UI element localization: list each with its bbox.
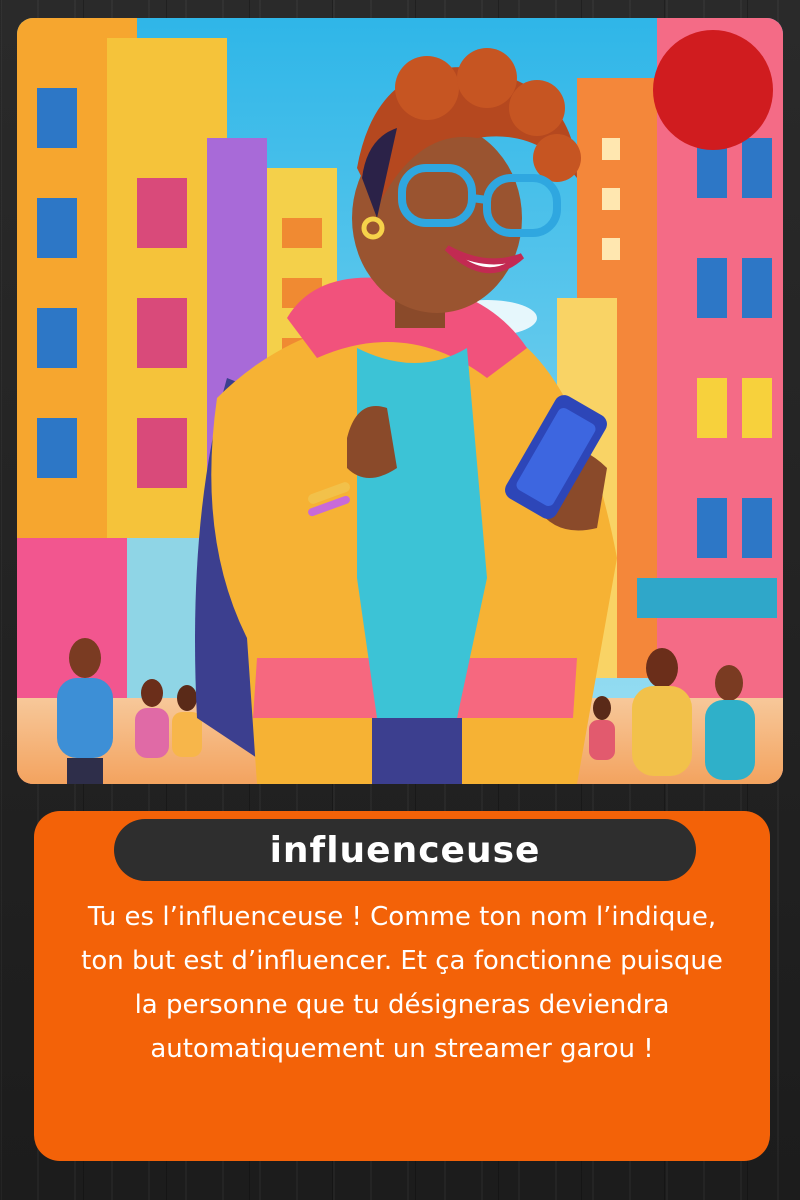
influencer-illustration	[17, 18, 783, 784]
corner-dot-marker	[653, 30, 773, 150]
role-title-pill: influenceuse	[114, 819, 696, 881]
role-description: Tu es l’influenceuse ! Comme ton nom l’i…	[81, 902, 723, 1064]
role-title: influenceuse	[269, 829, 541, 871]
card-illustration	[17, 18, 783, 784]
role-card: influenceuse Tu es l’influenceuse ! Comm…	[34, 811, 770, 1161]
